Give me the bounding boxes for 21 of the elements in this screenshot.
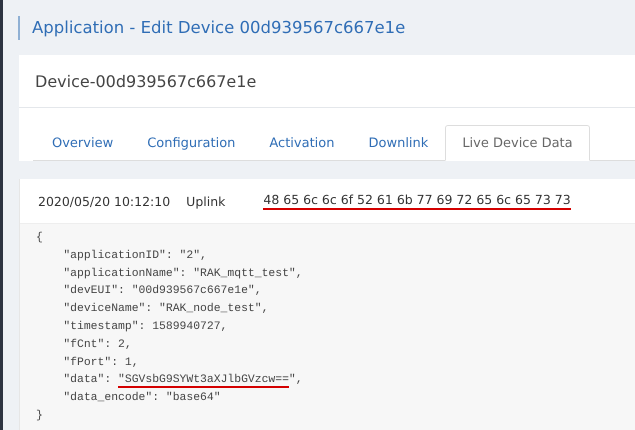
code-line: "devEUI": "00d939567c667e1e", <box>62 284 263 300</box>
payload-hex: 48 65 6c 6c 6f 52 61 6b 77 69 72 65 6c 65 73 73 <box>263 192 571 210</box>
code-line: "data_encode": "base64" <box>62 390 222 406</box>
device-title: Device-00d939567c667e1e <box>35 72 256 90</box>
code-line: "applicationID": "2", <box>62 248 208 264</box>
event-time: 2020/05/20 10:12:10 <box>38 194 170 208</box>
code-line: "timestamp": 1589940727, <box>62 320 228 335</box>
code-line: "fPort": 1, <box>62 356 140 371</box>
tab[interactable]: Configuration <box>130 125 252 161</box>
event-type: Uplink <box>186 194 226 208</box>
code-line: { <box>36 230 44 246</box>
code-line: "applicationName": "RAK_mqtt_test", <box>62 266 304 282</box>
code-line: } <box>36 408 44 424</box>
code-line: "data": "SGVsbG9SYWt3aXJlbGVzcw==", <box>62 372 304 390</box>
tab[interactable]: Activation <box>252 125 352 161</box>
code-line: "deviceName": "RAK_node_test", <box>62 302 270 318</box>
tab[interactable]: Live Device Data <box>445 125 590 161</box>
tab[interactable]: Overview <box>35 125 130 161</box>
tab[interactable]: Downlink <box>351 125 446 161</box>
page-title: Application - Edit Device 00d939567c667e1e <box>32 18 406 37</box>
code-line: "fCnt": 2, <box>62 338 133 353</box>
